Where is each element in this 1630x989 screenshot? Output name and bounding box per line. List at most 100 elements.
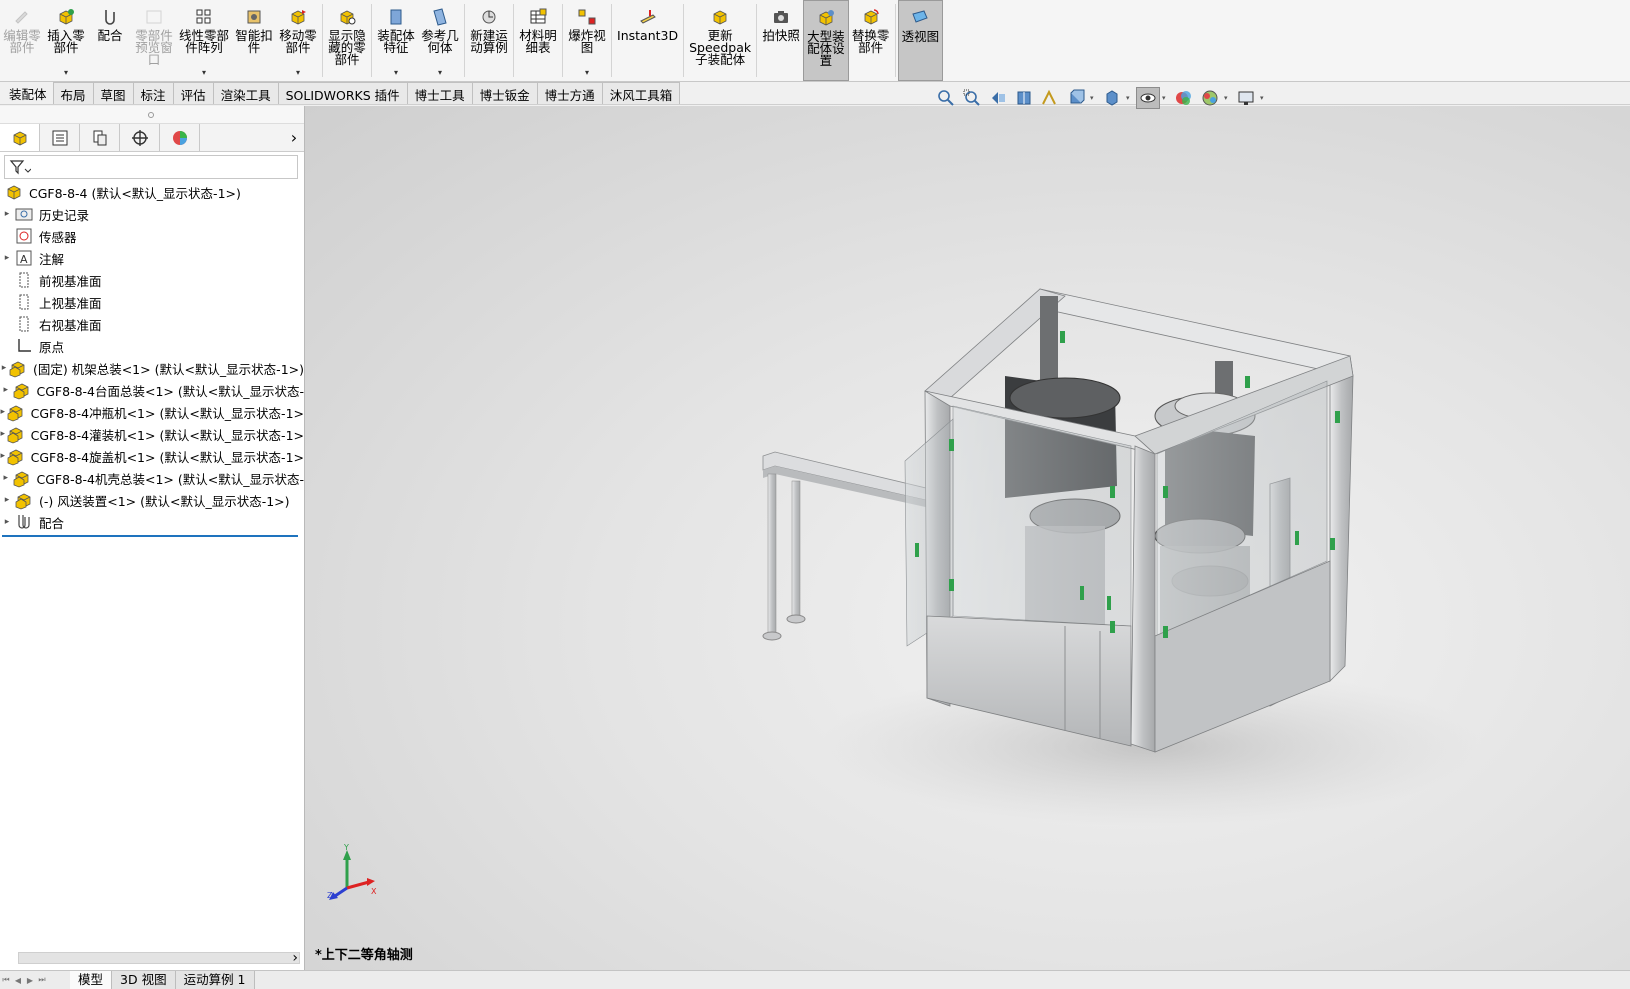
- command-tab[interactable]: 渲染工具: [212, 82, 279, 104]
- display-style-icon[interactable]: [1100, 87, 1124, 109]
- expand-arrow-icon[interactable]: ▸: [0, 363, 8, 373]
- tree-item[interactable]: ▸ A 注解: [0, 247, 304, 269]
- move-component-button[interactable]: 移动零 部件 ▾: [276, 0, 320, 81]
- tree-item-label: 注解: [39, 251, 65, 267]
- tree-item-label: (-) 风送装置<1> (默认<默认_显示状态-1>): [39, 493, 290, 509]
- edit-component-button[interactable]: 编辑零 部件: [0, 0, 44, 81]
- dropdown-arrow-icon[interactable]: ▾: [1126, 94, 1134, 102]
- section-view-icon[interactable]: [1012, 87, 1036, 109]
- tree-item[interactable]: 原点: [0, 335, 304, 357]
- update-speedpak-button[interactable]: 更新 Speedpak 子装配体: [686, 0, 754, 81]
- tree-item[interactable]: ▸ 配合: [0, 511, 304, 533]
- command-tab[interactable]: 标注: [132, 82, 174, 104]
- dropdown-arrow-icon[interactable]: ▾: [1260, 94, 1268, 102]
- dropdown-arrow-icon[interactable]: ▾: [1090, 94, 1098, 102]
- view-settings-icon[interactable]: [1234, 87, 1258, 109]
- feature-manager-icon[interactable]: [0, 124, 40, 151]
- filter-icon[interactable]: [9, 159, 31, 175]
- smart-fasteners-button[interactable]: 智能扣 件: [232, 0, 276, 81]
- expand-arrow-icon[interactable]: ▸: [0, 473, 12, 483]
- command-tab[interactable]: 草图: [92, 82, 134, 104]
- dropdown-arrow-icon[interactable]: ▾: [394, 68, 398, 77]
- view-orientation-icon[interactable]: [1064, 87, 1088, 109]
- large-assembly-button[interactable]: 大型装 配体设 置: [803, 0, 849, 81]
- new-motion-study-button[interactable]: 新建运 动算例: [467, 0, 511, 81]
- panel-splitter[interactable]: [0, 106, 304, 124]
- chevron-right-icon[interactable]: ›: [284, 124, 304, 151]
- expand-arrow-icon[interactable]: ▸: [0, 495, 14, 505]
- property-manager-icon[interactable]: [40, 124, 80, 151]
- tree-item[interactable]: ▸ (-) 风送装置<1> (默认<默认_显示状态-1>): [0, 489, 304, 511]
- dropdown-arrow-icon[interactable]: ▾: [296, 68, 300, 77]
- previous-view-icon[interactable]: [986, 87, 1010, 109]
- linear-pattern-button[interactable]: 线性零部 件阵列 ▾: [176, 0, 232, 81]
- dropdown-arrow-icon[interactable]: ▾: [438, 68, 442, 77]
- tree-item[interactable]: ▸ 历史记录: [0, 203, 304, 225]
- bottom-tab[interactable]: 3D 视图: [112, 971, 176, 989]
- dimxpert-manager-icon[interactable]: [120, 124, 160, 151]
- expand-arrow-icon[interactable]: ▸: [0, 385, 12, 395]
- orientation-triad[interactable]: Y X Z: [319, 844, 379, 904]
- prev-tab-icon[interactable]: ◀: [12, 973, 24, 987]
- dropdown-arrow-icon[interactable]: ▾: [1224, 94, 1232, 102]
- tree-item[interactable]: ▸ CGF8-8-4机壳总装<1> (默认<默认_显示状态-: [0, 467, 304, 489]
- command-tab[interactable]: 沐风工具箱: [601, 82, 681, 104]
- tree-item[interactable]: ▸ CGF8-8-4灌装机<1> (默认<默认_显示状态-1>: [0, 423, 304, 445]
- display-manager-icon[interactable]: [160, 124, 200, 151]
- insert-component-button[interactable]: 插入零 部件 ▾: [44, 0, 88, 81]
- dynamic-annotation-icon[interactable]: [1038, 87, 1062, 109]
- mate-button[interactable]: 配合: [88, 0, 132, 81]
- command-tab[interactable]: 博士工具: [406, 82, 473, 104]
- tree-item[interactable]: 上视基准面: [0, 291, 304, 313]
- command-tab[interactable]: SOLIDWORKS 插件: [277, 82, 408, 104]
- tree-item[interactable]: 前视基准面: [0, 269, 304, 291]
- command-tab[interactable]: 装配体: [2, 82, 54, 104]
- component-preview-button[interactable]: 零部件 预览窗 口: [132, 0, 176, 81]
- assembly-features-button[interactable]: 装配体 特征 ▾: [374, 0, 418, 81]
- tree-item[interactable]: ▸ CGF8-8-4台面总装<1> (默认<默认_显示状态-: [0, 379, 304, 401]
- command-tab[interactable]: 博士钣金: [471, 82, 538, 104]
- scroll-right-arrow-icon[interactable]: ›: [292, 950, 298, 966]
- graphics-area[interactable]: Y X Z *上下二等角轴测: [305, 106, 1630, 970]
- zoom-to-fit-icon[interactable]: [934, 87, 958, 109]
- first-tab-icon[interactable]: ⏮: [0, 973, 12, 987]
- configuration-manager-icon[interactable]: [80, 124, 120, 151]
- dropdown-arrow-icon[interactable]: ▾: [1162, 94, 1170, 102]
- tree-item[interactable]: ▸ (固定) 机架总装<1> (默认<默认_显示状态-1>): [0, 357, 304, 379]
- exploded-view-button[interactable]: 爆炸视 图 ▾: [565, 0, 609, 81]
- bom-button[interactable]: 材料明 细表: [516, 0, 560, 81]
- edit-appearance-icon[interactable]: [1172, 87, 1196, 109]
- command-tab[interactable]: 博士方通: [536, 82, 603, 104]
- dropdown-arrow-icon[interactable]: ▾: [202, 68, 206, 77]
- tree-item[interactable]: ▸ CGF8-8-4旋盖机<1> (默认<默认_显示状态-1>: [0, 445, 304, 467]
- last-tab-icon[interactable]: ⏭: [36, 973, 48, 987]
- dropdown-arrow-icon[interactable]: ▾: [64, 68, 68, 77]
- reference-geometry-button[interactable]: 参考几 何体 ▾: [418, 0, 462, 81]
- hide-show-items-icon[interactable]: [1136, 87, 1160, 109]
- snapshot-button[interactable]: 拍快照: [759, 0, 803, 81]
- bottom-tab[interactable]: 运动算例 1: [175, 971, 255, 989]
- expand-arrow-icon[interactable]: ▸: [0, 209, 14, 219]
- assembly-model-render[interactable]: [305, 106, 1630, 970]
- expand-arrow-icon[interactable]: ▸: [0, 253, 14, 263]
- command-tab[interactable]: 评估: [172, 82, 214, 104]
- tree-item[interactable]: 传感器: [0, 225, 304, 247]
- bottom-tab[interactable]: 模型: [70, 971, 113, 989]
- instant3d-button[interactable]: Instant3D: [614, 0, 681, 81]
- tree-filter[interactable]: [4, 155, 298, 179]
- tree-item[interactable]: ▸ CGF8-8-4冲瓶机<1> (默认<默认_显示状态-1>: [0, 401, 304, 423]
- command-tab[interactable]: 布局: [52, 82, 94, 104]
- show-hidden-button[interactable]: 显示隐 藏的零 部件: [325, 0, 369, 81]
- dropdown-arrow-icon[interactable]: ▾: [585, 68, 589, 77]
- splitter-handle-icon[interactable]: [148, 112, 154, 118]
- tree-root-assembly[interactable]: CGF8-8-4 (默认<默认_显示状态-1>): [0, 181, 304, 203]
- expand-arrow-icon[interactable]: ▸: [0, 517, 14, 527]
- next-tab-icon[interactable]: ▶: [24, 973, 36, 987]
- replace-components-button[interactable]: 替换零 部件: [849, 0, 893, 81]
- perspective-button[interactable]: 透视图: [897, 0, 944, 81]
- apply-scene-icon[interactable]: [1198, 87, 1222, 109]
- tree-item[interactable]: 右视基准面: [0, 313, 304, 335]
- tree-rollback-bar[interactable]: [2, 535, 298, 537]
- zoom-to-area-icon[interactable]: [960, 87, 984, 109]
- horizontal-scrollbar[interactable]: [18, 952, 300, 964]
